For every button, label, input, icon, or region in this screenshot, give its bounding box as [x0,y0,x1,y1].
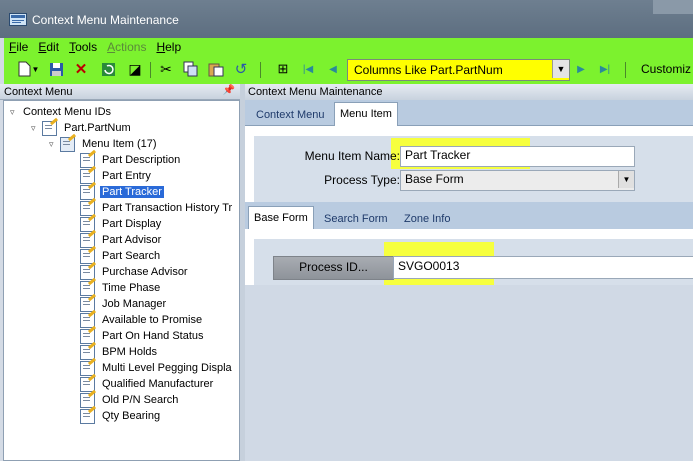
first-record-icon[interactable]: |◀ [299,60,317,78]
process-type-select[interactable]: Base Form ▼ [400,170,635,191]
collapse-icon[interactable]: ▿ [10,107,19,118]
tree-menu-item-label: Qualified Manufacturer [102,378,214,390]
right-panel-header: Context Menu Maintenance [245,84,693,100]
sub-tabs: Base Form Search Form Zone Info [245,202,693,230]
last-record-icon[interactable]: ▶| [596,60,614,78]
tree-menu-item[interactable]: Part On Hand Status [80,328,206,344]
tree-menu-item-group[interactable]: ▿ Menu Item (17) [49,136,159,152]
menu-bar: File Edit Tools Actions Help [4,38,186,56]
clear-icon[interactable]: ◪ [126,60,144,78]
tree-menu-item[interactable]: Purchase Advisor [80,264,190,280]
toolbar: ▼ ✕ ◪ ✂ ↺ ⊞ |◀ ◀ Columns Like Part.PartN… [4,56,693,84]
tree-menu-item-label: Available to Promise [102,314,203,326]
tree-part-partnum[interactable]: ▿ Part.PartNum [31,120,133,136]
edit-item-icon [80,408,95,424]
left-panel-header: Context Menu 📌 [0,84,240,100]
tree-menu-item[interactable]: Part Description [80,152,182,168]
list-icon [60,136,75,152]
left-panel-title: Context Menu [4,86,73,98]
collapse-icon[interactable]: ▿ [49,139,58,150]
next-record-icon[interactable]: ▶ [572,60,590,78]
window-controls[interactable] [653,0,693,14]
process-type-label: Process Type: [324,173,400,187]
menu-item-panel: Menu Item Name: Part Tracker Process Typ… [245,126,693,202]
right-panel-title: Context Menu Maintenance [248,86,383,98]
tree-menu-item-label: Part Description [102,154,181,166]
tree-menu-item-label: Part On Hand Status [102,330,204,342]
process-id-button[interactable]: Process ID... [273,256,394,280]
process-type-value: Base Form [405,172,464,186]
menu-item-form: Menu Item Name: Part Tracker Process Typ… [254,136,693,202]
tree-menu-item-label: BPM Holds [102,346,158,358]
menu-toolbar-region: File Edit Tools Actions Help ▼ ✕ ◪ ✂ ↺ ⊞… [4,38,693,84]
tree-menu-item-label: Qty Bearing [102,410,161,422]
tree-menu-item-label: Part Entry [102,170,151,182]
cut-icon[interactable]: ✂ [157,60,175,78]
tab-context-menu[interactable]: Context Menu [251,104,329,126]
tree-menu-item-label: Job Manager [102,298,167,310]
undo-icon[interactable]: ↺ [232,60,250,78]
menu-file[interactable]: File [4,38,33,56]
save-icon[interactable] [47,60,65,78]
menu-tools[interactable]: Tools [64,38,102,56]
tree-menu-item-label: Part Display [102,218,162,230]
main-tabs: Context Menu Menu Item [245,100,693,127]
collapse-icon[interactable]: ▿ [31,123,40,134]
delete-icon[interactable]: ✕ [72,60,90,78]
base-form-background [245,285,693,461]
part-icon [42,120,57,136]
window-title: Context Menu Maintenance [32,13,179,27]
process-id-field[interactable]: SVGO0013 [393,256,693,279]
app-icon [9,13,27,26]
tree-menu-item[interactable]: Old P/N Search [80,392,180,408]
tree-menu-item[interactable]: Multi Level Pegging Displa [80,360,234,376]
title-bar: Context Menu Maintenance [0,0,693,38]
context-menu-tree: ▿ Context Menu IDs ▿ Part.PartNum ▿ Menu… [3,100,240,461]
tab-search-form[interactable]: Search Form [319,208,393,230]
dropdown-arrow-icon[interactable]: ▼ [31,60,40,78]
tree-menu-item-label: Old P/N Search [102,394,179,406]
binoculars-icon[interactable]: ⊞ [274,60,292,78]
previous-record-icon[interactable]: ◀ [324,60,342,78]
tree-menu-item[interactable]: Qty Bearing [80,408,162,424]
chevron-down-icon[interactable]: ▼ [618,171,634,188]
base-form-panel: Process ID... SVGO0013 [245,229,693,461]
search-combo[interactable]: Columns Like Part.PartNum ▼ [347,59,570,81]
menu-actions[interactable]: Actions [102,38,151,56]
tree-menu-item-label: Part Search [102,250,161,262]
pin-icon[interactable]: 📌 [223,85,235,96]
tree-menu-item[interactable]: BPM Holds [80,344,159,360]
tree-menu-item-label: Time Phase [102,282,161,294]
tree-menu-item[interactable]: Qualified Manufacturer [80,376,215,392]
copy-icon[interactable] [182,60,200,78]
tab-base-form[interactable]: Base Form [248,206,314,230]
tree-menu-item-label: Part Tracker [100,186,164,198]
paste-icon[interactable] [207,60,225,78]
tree-menu-item[interactable]: Part Transaction History Tr [80,200,234,216]
tree-menu-item[interactable]: Part Entry [80,168,153,184]
tree-menu-item-label: Part Advisor [102,234,162,246]
tab-menu-item[interactable]: Menu Item [334,102,398,127]
menu-item-name-field[interactable]: Part Tracker [400,146,635,167]
refresh-icon[interactable] [99,60,117,78]
menu-edit[interactable]: Edit [33,38,64,56]
menu-item-name-label: Menu Item Name: [304,149,400,163]
tree-menu-item-label: Multi Level Pegging Displa [102,362,232,374]
tree-menu-item-label: Purchase Advisor [102,266,188,278]
tree-menu-item-label: Part Transaction History Tr [102,202,233,214]
tab-zone-info[interactable]: Zone Info [399,208,455,230]
tree-root[interactable]: ▿ Context Menu IDs [10,104,113,120]
tree-menu-item[interactable]: Available to Promise [80,312,204,328]
chevron-down-icon[interactable]: ▼ [552,60,569,78]
menu-help[interactable]: Help [151,38,186,56]
base-form-section: Process ID... SVGO0013 [254,239,693,292]
customize-label[interactable]: Customiz [641,62,691,76]
search-combo-value: Columns Like Part.PartNum [354,63,503,77]
